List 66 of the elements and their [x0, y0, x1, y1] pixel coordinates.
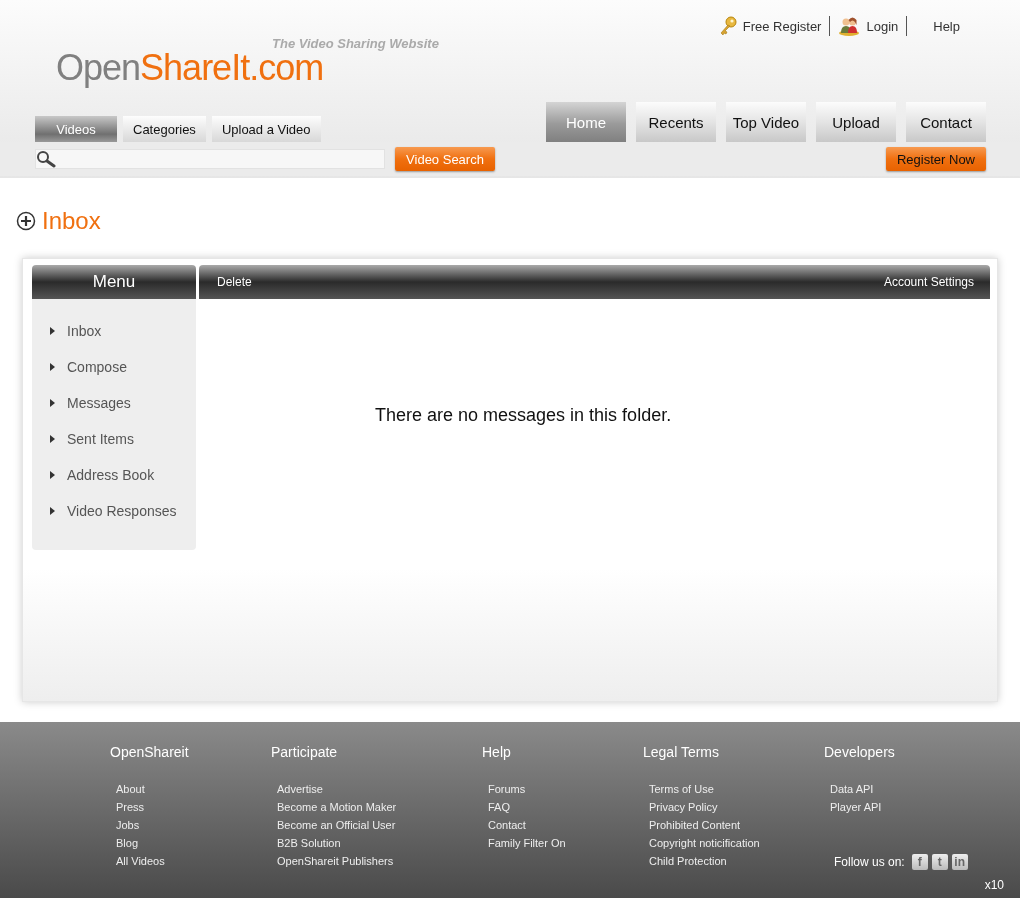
footer-link[interactable]: Data API [830, 780, 895, 798]
footer-link[interactable]: Jobs [116, 816, 271, 834]
footer-link[interactable]: Prohibited Content [649, 816, 824, 834]
account-settings-button[interactable]: Account Settings [877, 274, 980, 290]
header-link[interactable]: Login [866, 19, 899, 33]
nav-tab[interactable]: Recents [636, 102, 716, 142]
footer-heading: Legal Terms [643, 744, 720, 760]
page-title: Inbox [42, 207, 101, 235]
footer-link[interactable]: Press [116, 798, 271, 816]
section-tab[interactable]: Upload a Video [211, 116, 321, 142]
menu-item[interactable]: Messages [67, 395, 131, 411]
footer-link[interactable]: All Videos [116, 852, 271, 870]
menu-item[interactable]: Address Book [67, 467, 155, 483]
nav-tab[interactable]: Upload [816, 102, 896, 142]
triangle-icon [50, 399, 55, 407]
header-link[interactable]: Help [933, 18, 960, 34]
footer-link[interactable]: B2B Solution [277, 834, 482, 852]
triangle-icon [50, 327, 55, 335]
plus-circle-icon [16, 211, 36, 231]
search-button[interactable]: Video Search [395, 147, 495, 171]
empty-message: There are no messages in this folder. [375, 405, 672, 425]
menu-item[interactable]: Sent Items [67, 431, 134, 447]
menu-item[interactable]: Compose [67, 359, 127, 375]
footer-heading: Participate [271, 744, 339, 760]
footer-link[interactable]: Become an Official User [277, 816, 482, 834]
footer-link[interactable]: Advertise [277, 780, 482, 798]
section-tab[interactable]: Categories [123, 116, 206, 142]
nav-tab[interactable]: Top Video [726, 102, 806, 142]
social-button[interactable]: in [951, 854, 968, 870]
footer-link[interactable]: Copyright noticification [649, 834, 824, 852]
menu-header: Menu [32, 265, 196, 299]
footer-link[interactable]: Become a Motion Maker [277, 798, 482, 816]
register-button[interactable]: Register Now [886, 147, 986, 171]
section-tab[interactable]: Videos [35, 116, 117, 142]
search-icon [36, 150, 56, 168]
footer-link[interactable]: Player API [830, 798, 895, 816]
footer-link[interactable]: Forums [488, 780, 643, 798]
triangle-icon [50, 363, 55, 371]
triangle-icon [50, 507, 55, 515]
footer-link[interactable]: OpenShareit Publishers [277, 852, 482, 870]
footer-link[interactable]: Contact [488, 816, 643, 834]
footer-link[interactable]: About [116, 780, 271, 798]
footer-link[interactable]: Blog [116, 834, 271, 852]
footer-heading: Developers [824, 744, 895, 760]
tagline: The Video Sharing Website [272, 36, 439, 51]
triangle-icon [50, 471, 55, 479]
follow-label: Follow us on: [834, 855, 905, 869]
social-button[interactable]: t [931, 854, 948, 870]
social-button[interactable]: f [911, 854, 928, 870]
nav-tab[interactable]: Contact [906, 102, 986, 142]
footer-link[interactable]: Terms of Use [649, 780, 824, 798]
key-icon [718, 16, 737, 36]
delete-button[interactable]: Delete [211, 274, 258, 290]
footer-heading: Help [482, 744, 512, 760]
header-link[interactable]: Free Register [742, 19, 822, 33]
footer-link[interactable]: Privacy Policy [649, 798, 824, 816]
footer-heading: OpenShareit [110, 744, 190, 760]
menu-item[interactable]: Video Responses [67, 503, 177, 519]
menu-item[interactable]: Inbox [67, 323, 102, 339]
counter-text: x10 [984, 878, 1004, 892]
users-icon [838, 16, 861, 36]
triangle-icon [50, 435, 55, 443]
search-field[interactable] [35, 149, 385, 169]
footer-link[interactable]: Family Filter On [488, 834, 643, 852]
footer-link[interactable]: Child Protection [649, 852, 824, 870]
footer-link[interactable]: FAQ [488, 798, 643, 816]
